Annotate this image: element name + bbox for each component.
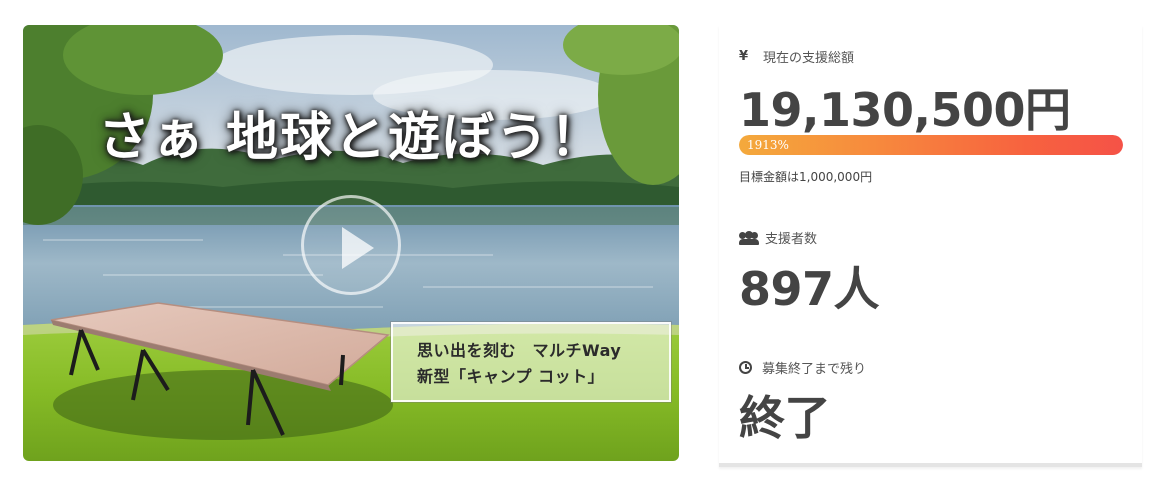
total-label: ¥ 現在の支援総額 [739, 47, 854, 66]
progress-fill [739, 135, 1123, 155]
remaining-label-text: 募集終了まで残り [762, 362, 867, 377]
play-button[interactable] [301, 195, 401, 295]
caption-line-2: 新型「キャンプ コット」 [417, 367, 605, 386]
supporters-count: 897人 [739, 262, 880, 316]
total-label-text: 現在の支援総額 [763, 51, 855, 66]
project-video[interactable]: さぁ 地球と遊ぼう！ 思い出を刻む マルチWay 新型「キャンプ コット」 [23, 25, 679, 461]
remaining-label: 募集終了まで残り [739, 358, 866, 377]
caption-line-1: 思い出を刻む マルチWay [417, 341, 622, 360]
funding-stats-panel: ¥ 現在の支援総額 19,130,500円 1913% 目標金額は1,000,0… [719, 25, 1142, 467]
funding-progress-bar: 1913% [739, 135, 1123, 155]
supporters-label-text: 支援者数 [765, 232, 818, 247]
supporters-label: 支援者数 [739, 228, 817, 247]
hero-headline: さぁ 地球と遊ぼう！ [97, 107, 605, 168]
play-icon [342, 227, 374, 269]
goal-amount: 目標金額は1,000,000円 [739, 170, 873, 184]
progress-percent: 1913% [747, 138, 789, 152]
yen-icon: ¥ [739, 49, 749, 64]
remaining-value: 終了 [739, 391, 831, 445]
users-icon [739, 230, 759, 245]
clock-icon [739, 361, 752, 374]
total-amount: 19,130,500円 [739, 83, 1071, 137]
hero-caption: 思い出を刻む マルチWay 新型「キャンプ コット」 [390, 321, 672, 403]
